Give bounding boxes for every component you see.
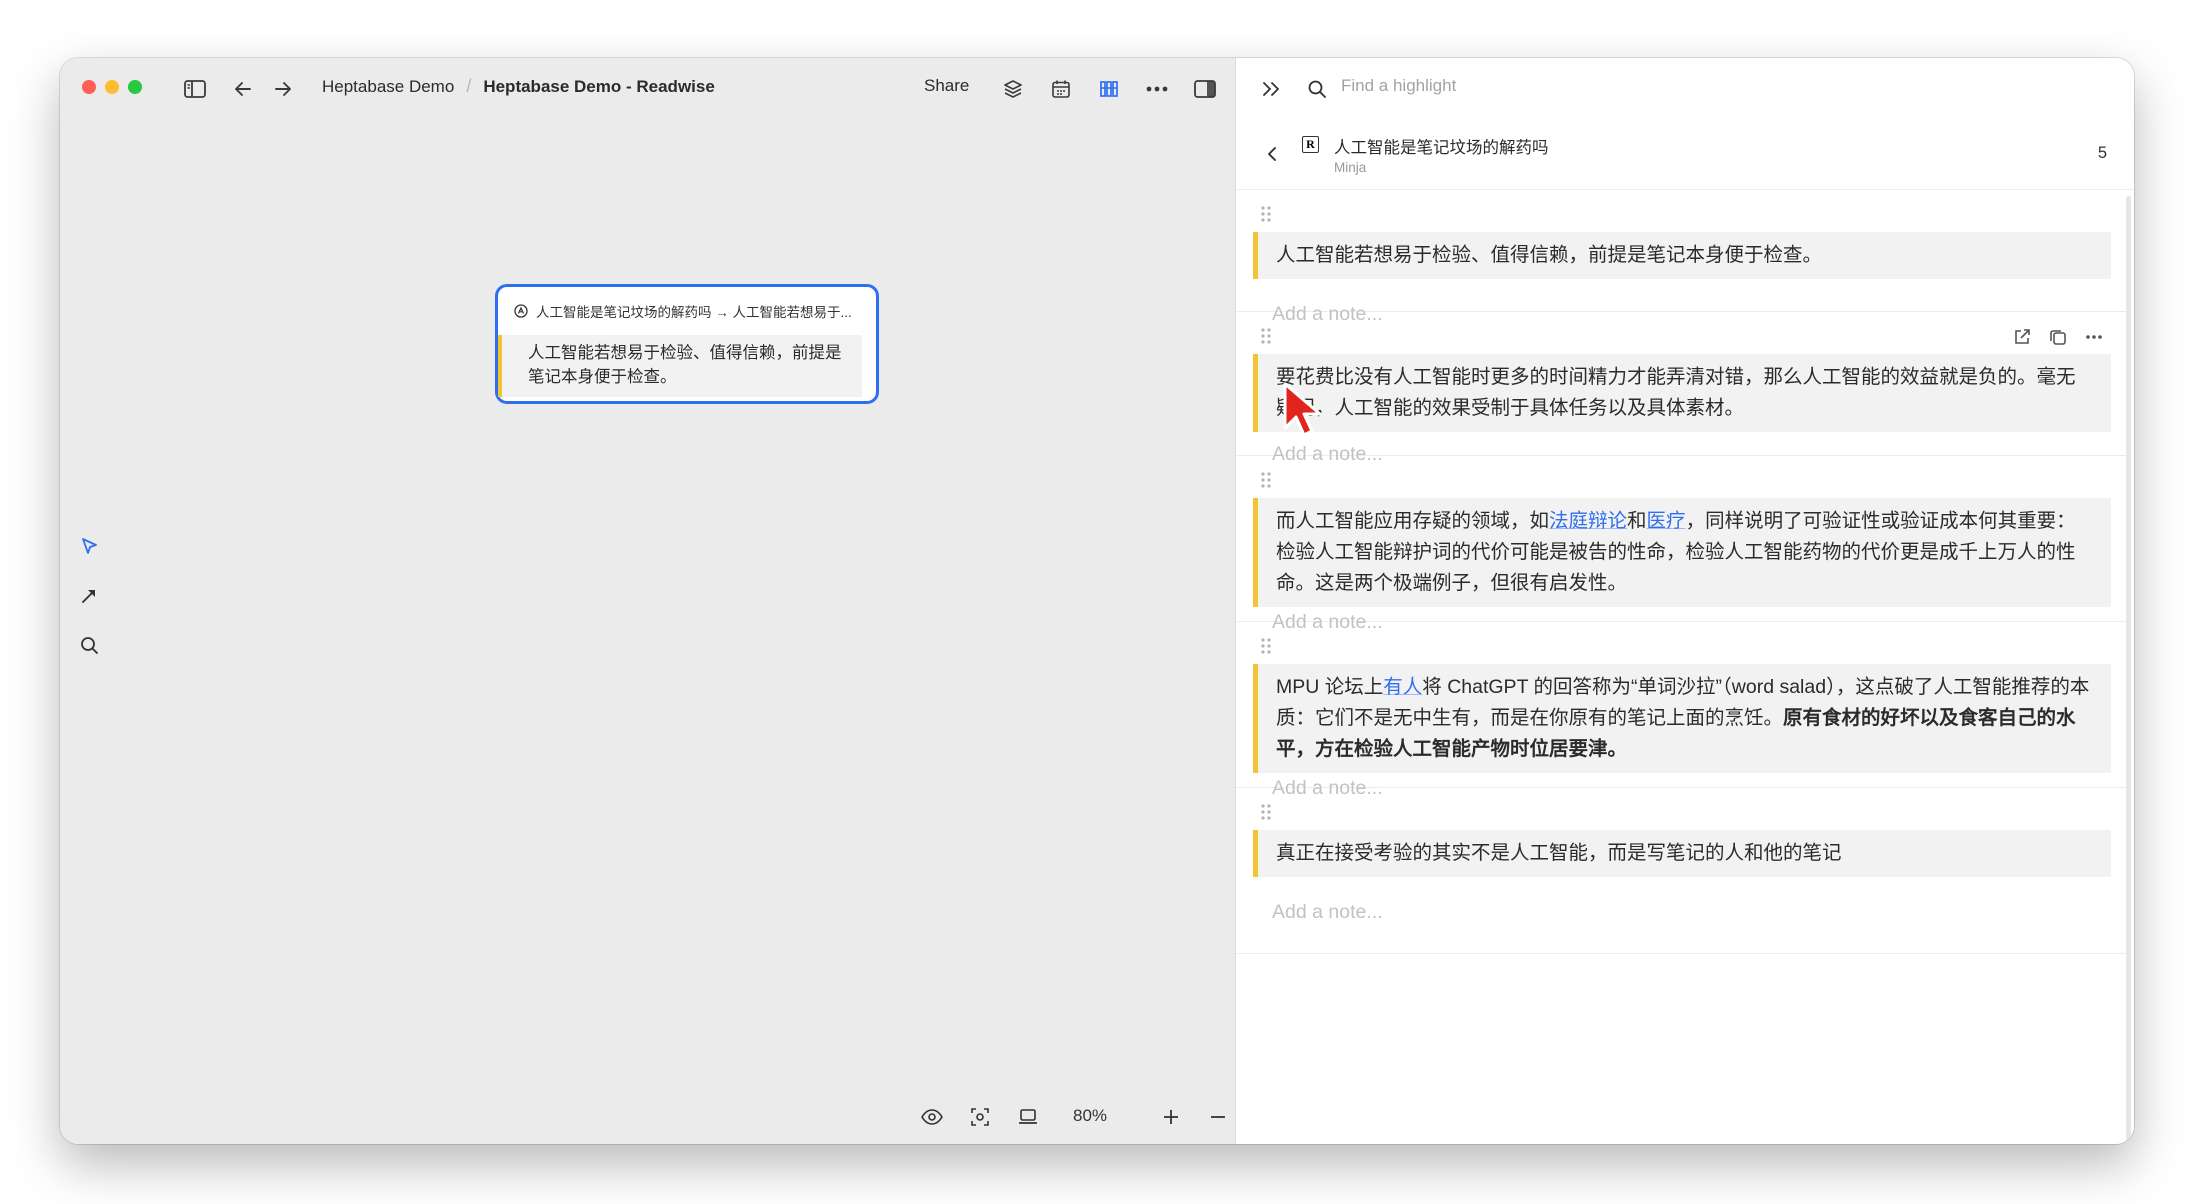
whiteboard-highlight-card[interactable]: 人工智能是笔记坟场的解药吗 → 人工智能若想易于... 人工智能若想易于检验、值… xyxy=(495,284,879,404)
copy-icon[interactable] xyxy=(2049,328,2067,351)
highlight-item[interactable]: 人工智能若想易于检验、值得信赖，前提是笔记本身便于检查。 Add a note..… xyxy=(1236,190,2129,325)
highlight-item[interactable]: 要花费比没有人工智能时更多的时间精力才能弄清对错，那么人工智能的效益就是负的。毫… xyxy=(1236,312,2129,465)
readwise-panel: Find a highlight R 人工智能是笔记坟场的解药吗 Minja 5… xyxy=(1235,58,2134,1144)
document-author: Minja xyxy=(1334,160,1367,175)
zoom-level[interactable]: 80% xyxy=(1073,1106,1107,1126)
highlight-text[interactable]: 而人工智能应用存疑的领域，如法庭辩论和医疗，同样说明了可验证性或验证成本何其重要… xyxy=(1253,498,2111,607)
back-chevron-icon[interactable] xyxy=(1260,142,1284,166)
search-tool-icon[interactable] xyxy=(78,634,100,661)
search-icon xyxy=(1302,74,1332,104)
more-options-icon[interactable] xyxy=(1142,74,1172,104)
highlight-text-segment: 人工智能若想易于检验、值得信赖，前提是笔记本身便于检查。 xyxy=(1276,244,1823,266)
breadcrumb-separator: / xyxy=(466,76,472,96)
right-panel-toggle-icon[interactable] xyxy=(1190,74,1220,104)
highlight-text[interactable]: 要花费比没有人工智能时更多的时间精力才能弄清对错，那么人工智能的效益就是负的。毫… xyxy=(1253,354,2111,432)
document-header: R 人工智能是笔记坟场的解药吗 Minja 5 xyxy=(1236,124,2134,190)
close-window-button[interactable] xyxy=(82,80,96,94)
highlight-text-segment: 真正在接受考验的其实不是人工智能，而是写笔记的人和他的笔记 xyxy=(1276,842,1842,864)
calendar-icon[interactable] xyxy=(1046,74,1076,104)
presentation-icon[interactable] xyxy=(1013,1102,1043,1132)
highlight-link[interactable]: 法庭辩论 xyxy=(1549,510,1627,532)
minimize-window-button[interactable] xyxy=(105,80,119,94)
highlight-source-icon xyxy=(514,304,528,318)
layers-icon[interactable] xyxy=(998,74,1028,104)
card-header-text: 人工智能是笔记坟场的解药吗 → 人工智能若想易于... xyxy=(536,305,852,320)
collapse-panel-icon[interactable] xyxy=(1256,74,1286,104)
fit-to-screen-icon[interactable] xyxy=(965,1102,995,1132)
drag-handle-icon[interactable] xyxy=(1261,328,1271,349)
highlight-text-segment: 而人工智能应用存疑的领域，如 xyxy=(1276,510,1550,532)
open-external-icon[interactable] xyxy=(2013,328,2031,351)
window-controls xyxy=(82,80,142,94)
readwise-icon: R xyxy=(1302,136,1319,153)
breadcrumb-current[interactable]: Heptabase Demo - Readwise xyxy=(483,77,714,97)
card-highlight-text: 人工智能若想易于检验、值得信赖，前提是笔记本身便于检查。 xyxy=(498,335,862,397)
highlight-count: 5 xyxy=(2097,144,2107,162)
select-tool-icon[interactable] xyxy=(78,536,100,563)
eye-icon[interactable] xyxy=(917,1102,947,1132)
highlight-item[interactable]: 真正在接受考验的其实不是人工智能，而是写笔记的人和他的笔记 Add a note.… xyxy=(1236,788,2129,954)
app-window: Heptabase Demo / Heptabase Demo - Readwi… xyxy=(60,58,2134,1144)
highlight-text-segment: MPU 论坛上 xyxy=(1276,676,1384,698)
card-header: 人工智能是笔记坟场的解药吗 → 人工智能若想易于... xyxy=(514,301,864,321)
highlight-item[interactable]: MPU 论坛上有人将 ChatGPT 的回答称为“单词沙拉”（word sala… xyxy=(1236,622,2129,799)
highlight-link[interactable]: 医疗 xyxy=(1647,510,1686,532)
highlight-text[interactable]: 真正在接受考验的其实不是人工智能，而是写笔记的人和他的笔记 xyxy=(1253,830,2111,877)
zoom-window-button[interactable] xyxy=(128,80,142,94)
breadcrumb-parent[interactable]: Heptabase Demo xyxy=(322,77,454,97)
highlight-text-segment: 和 xyxy=(1627,510,1647,532)
highlight-search-input[interactable]: Find a highlight xyxy=(1341,76,1456,96)
canvas-toolbar xyxy=(78,536,100,661)
highlight-text-segment: 要花费比没有人工智能时更多的时间精力才能弄清对错，那么人工智能的效益就是负的。毫… xyxy=(1276,366,2076,419)
add-note-input[interactable]: Add a note... xyxy=(1272,901,1383,924)
drag-handle-icon[interactable] xyxy=(1261,638,1271,659)
highlight-link[interactable]: 有人 xyxy=(1383,676,1422,698)
zoom-in-icon[interactable] xyxy=(1156,1102,1186,1132)
document-title: 人工智能是笔记坟场的解药吗 xyxy=(1334,139,1549,157)
breadcrumb: Heptabase Demo / Heptabase Demo - Readwi… xyxy=(322,76,715,97)
scrollbar[interactable] xyxy=(2126,196,2131,1144)
drag-handle-icon[interactable] xyxy=(1261,804,1271,825)
highlight-text[interactable]: MPU 论坛上有人将 ChatGPT 的回答称为“单词沙拉”（word sala… xyxy=(1253,664,2111,773)
mouse-cursor-icon xyxy=(1282,381,1322,442)
highlight-item[interactable]: 而人工智能应用存疑的领域，如法庭辩论和医疗，同样说明了可验证性或验证成本何其重要… xyxy=(1236,456,2129,633)
zoom-out-icon[interactable] xyxy=(1203,1102,1233,1132)
whiteboard-pane[interactable]: Heptabase Demo / Heptabase Demo - Readwi… xyxy=(60,58,1235,1144)
forward-arrow-icon[interactable] xyxy=(268,74,298,104)
connector-arrow-tool-icon[interactable] xyxy=(78,585,100,612)
highlight-text[interactable]: 人工智能若想易于检验、值得信赖，前提是笔记本身便于检查。 xyxy=(1253,232,2111,279)
sidebar-toggle-icon[interactable] xyxy=(180,74,210,104)
back-arrow-icon[interactable] xyxy=(228,74,258,104)
highlight-actions xyxy=(2013,328,2103,351)
share-button[interactable]: Share xyxy=(924,76,969,96)
drag-handle-icon[interactable] xyxy=(1261,206,1271,227)
more-options-icon[interactable] xyxy=(2085,328,2103,351)
drag-handle-icon[interactable] xyxy=(1261,472,1271,493)
library-icon[interactable] xyxy=(1094,74,1124,104)
